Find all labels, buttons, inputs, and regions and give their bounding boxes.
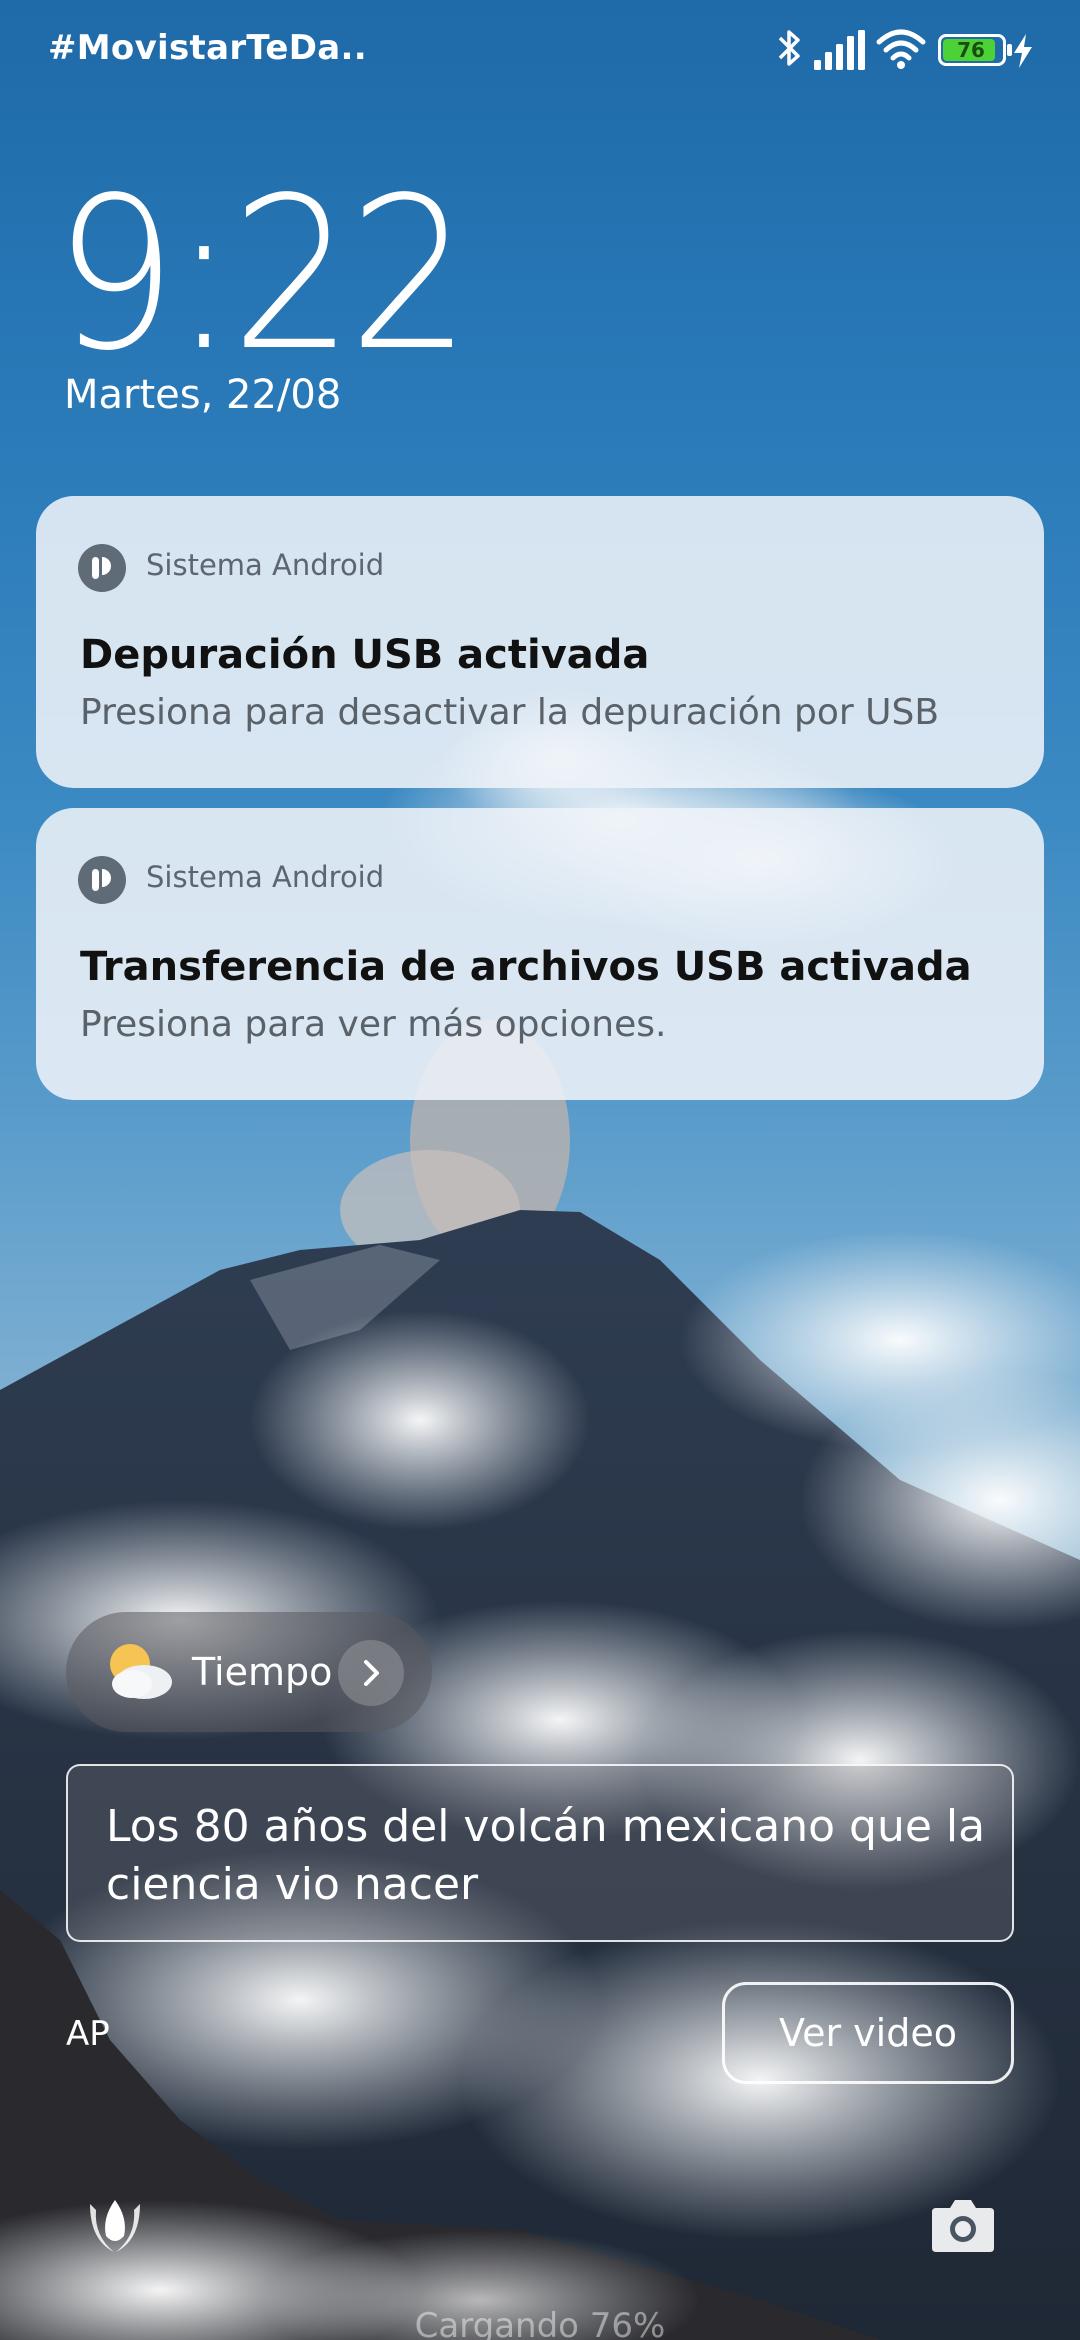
lock-screen: #MovistarTeDa.. 76 9:22 Martes, 22/08 Si… [0,0,1080,2340]
status-bar: #MovistarTeDa.. 76 [0,0,1080,100]
bluetooth-icon [778,30,800,66]
battery-icon: 76 [938,34,1012,66]
notification-app-name: Sistema Android [146,548,385,582]
partly-cloudy-icon [110,1644,172,1699]
weather-label: Tiempo [192,1650,333,1694]
notification-title: Depuración USB activada [80,632,650,678]
signal-icon [814,30,865,70]
photo-credit: AP [66,2014,110,2054]
battery-level: 76 [957,38,985,62]
notification-app-name: Sistema Android [146,860,385,894]
charging-status: Cargando 76% [414,2306,666,2340]
chevron-right-icon [364,1660,379,1686]
wallpaper-story-card[interactable]: Los 80 años del volcán mexicano que la c… [66,1764,1014,1942]
notification-title: Transferencia de archivos USB activada [80,944,972,990]
weather-open-button[interactable] [338,1640,404,1706]
android-system-icon [78,856,126,904]
android-system-icon [78,544,126,592]
notification-usb-debugging[interactable]: Sistema Android Depuración USB activada … [36,496,1044,788]
notification-body: Presiona para desactivar la depuración p… [80,692,940,733]
wifi-icon [876,29,926,69]
carrier-name: #MovistarTeDa.. [48,28,367,68]
charging-bolt-icon [1014,34,1032,68]
wallpaper-story-headline: Los 80 años del volcán mexicano que la c… [106,1801,986,1910]
weather-widget[interactable]: Tiempo [66,1612,432,1732]
tulip-icon[interactable] [84,2196,146,2258]
notification-usb-file-transfer[interactable]: Sistema Android Transferencia de archivo… [36,808,1044,1100]
watch-video-button[interactable]: Ver video [722,1982,1014,2084]
lockscreen-date: Martes, 22/08 [64,372,342,418]
camera-icon[interactable] [930,2196,996,2254]
lockscreen-clock: 9:22 [54,152,471,397]
notification-body: Presiona para ver más opciones. [80,1004,667,1045]
